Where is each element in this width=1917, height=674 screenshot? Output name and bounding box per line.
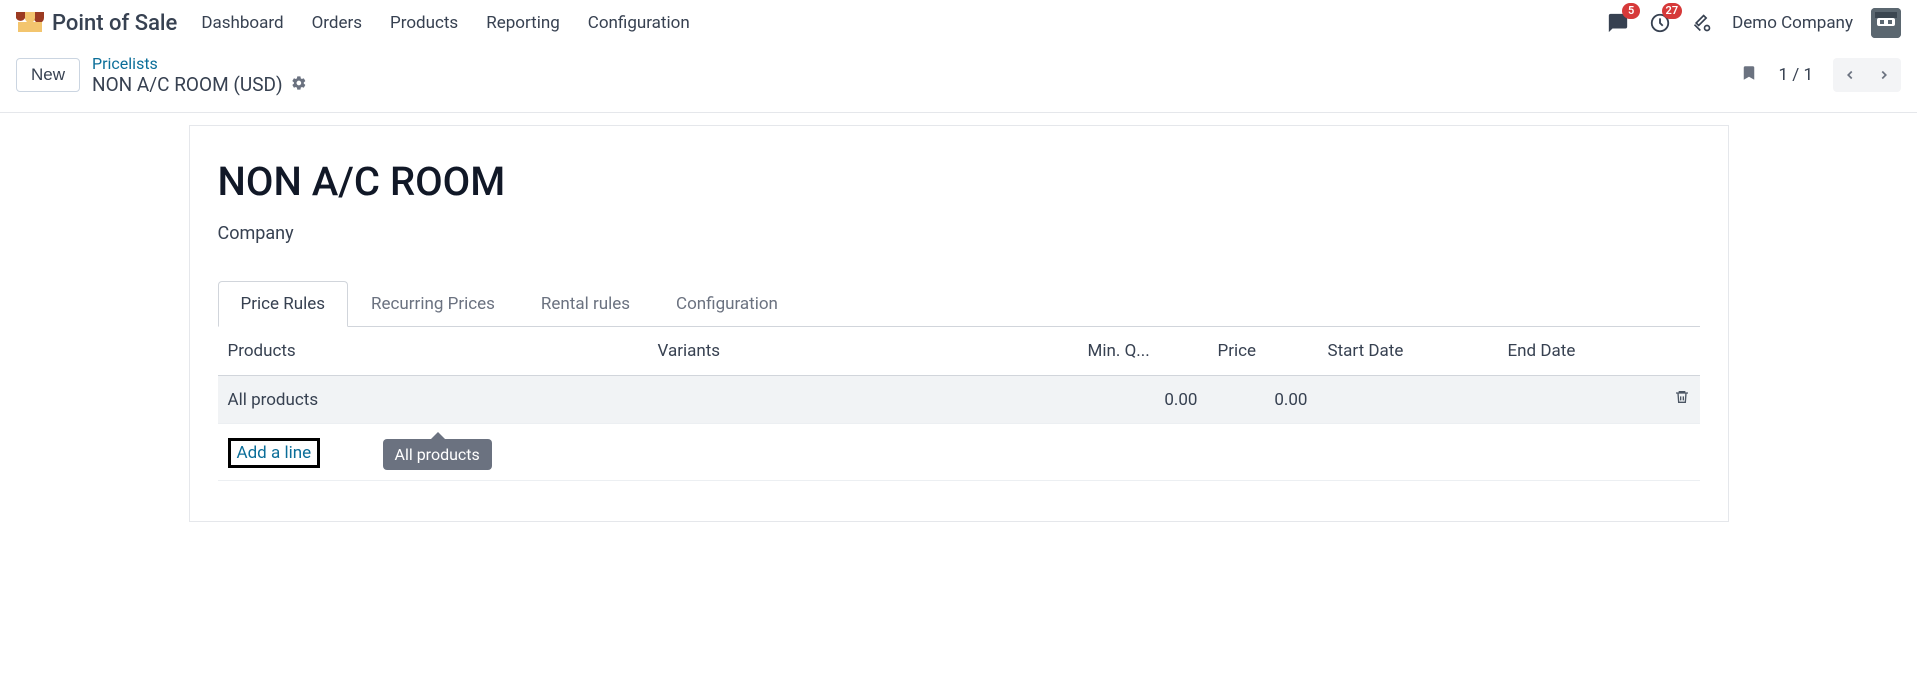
col-min-qty[interactable]: Min. Q... — [1078, 327, 1208, 376]
tab-price-rules[interactable]: Price Rules — [218, 281, 349, 327]
breadcrumb-current-text: NON A/C ROOM (USD) — [92, 73, 283, 96]
bookmark-icon[interactable] — [1740, 62, 1758, 88]
col-start-date[interactable]: Start Date — [1318, 327, 1498, 376]
tab-configuration[interactable]: Configuration — [653, 281, 801, 327]
col-price[interactable]: Price — [1208, 327, 1318, 376]
activities-icon[interactable]: 27 — [1648, 11, 1672, 35]
cell-min-qty[interactable]: 0.00 — [1078, 376, 1208, 424]
activities-badge: 27 — [1662, 3, 1683, 19]
breadcrumb-current: NON A/C ROOM (USD) — [92, 73, 307, 96]
table-row[interactable]: All products 0.00 0.00 — [218, 376, 1700, 424]
nav-reporting[interactable]: Reporting — [486, 13, 560, 33]
tools-icon[interactable] — [1690, 11, 1714, 35]
trash-icon[interactable] — [1674, 391, 1690, 411]
messages-icon[interactable]: 5 — [1606, 11, 1630, 35]
control-bar: New Pricelists NON A/C ROOM (USD) 1 / 1 — [0, 46, 1917, 113]
nav-dashboard[interactable]: Dashboard — [201, 13, 283, 33]
company-label: Company — [218, 223, 1700, 244]
app-logo[interactable]: Point of Sale — [16, 11, 177, 36]
col-end-date[interactable]: End Date — [1498, 327, 1660, 376]
new-button[interactable]: New — [16, 58, 80, 92]
cell-product[interactable]: All products — [218, 376, 648, 424]
add-line-link[interactable]: Add a line — [228, 438, 321, 468]
pager-buttons — [1833, 58, 1901, 92]
record-title[interactable]: NON A/C ROOM — [218, 158, 1700, 205]
nav-products[interactable]: Products — [390, 13, 458, 33]
company-name[interactable]: Demo Company — [1732, 13, 1853, 33]
col-products[interactable]: Products — [218, 327, 648, 376]
tooltip: All products — [383, 439, 492, 470]
pager-text[interactable]: 1 / 1 — [1778, 65, 1813, 85]
cell-start[interactable] — [1318, 376, 1498, 424]
nav-orders[interactable]: Orders — [312, 13, 362, 33]
breadcrumb-parent[interactable]: Pricelists — [92, 54, 307, 73]
app-name: Point of Sale — [52, 11, 177, 36]
cell-end[interactable] — [1498, 376, 1660, 424]
gear-icon[interactable] — [291, 73, 307, 96]
avatar[interactable] — [1871, 8, 1901, 38]
navbar-right: 5 27 Demo Company — [1606, 8, 1901, 38]
tab-recurring-prices[interactable]: Recurring Prices — [348, 281, 518, 327]
nav-links: Dashboard Orders Products Reporting Conf… — [201, 13, 689, 33]
cell-variant[interactable] — [648, 376, 1078, 424]
form-sheet: NON A/C ROOM Company Price Rules Recurri… — [189, 125, 1729, 522]
sheet-area: NON A/C ROOM Company Price Rules Recurri… — [0, 113, 1917, 522]
nav-configuration[interactable]: Configuration — [588, 13, 690, 33]
awning-icon — [16, 12, 44, 34]
tab-rental-rules[interactable]: Rental rules — [518, 281, 653, 327]
breadcrumb: Pricelists NON A/C ROOM (USD) — [92, 54, 307, 96]
cell-price[interactable]: 0.00 — [1208, 376, 1318, 424]
pager-area: 1 / 1 — [1740, 58, 1901, 92]
pager-next[interactable] — [1867, 58, 1901, 92]
pager-prev[interactable] — [1833, 58, 1867, 92]
col-variants[interactable]: Variants — [648, 327, 1078, 376]
messages-badge: 5 — [1622, 3, 1640, 19]
top-navbar: Point of Sale Dashboard Orders Products … — [0, 0, 1917, 46]
tabs: Price Rules Recurring Prices Rental rule… — [218, 280, 1700, 327]
